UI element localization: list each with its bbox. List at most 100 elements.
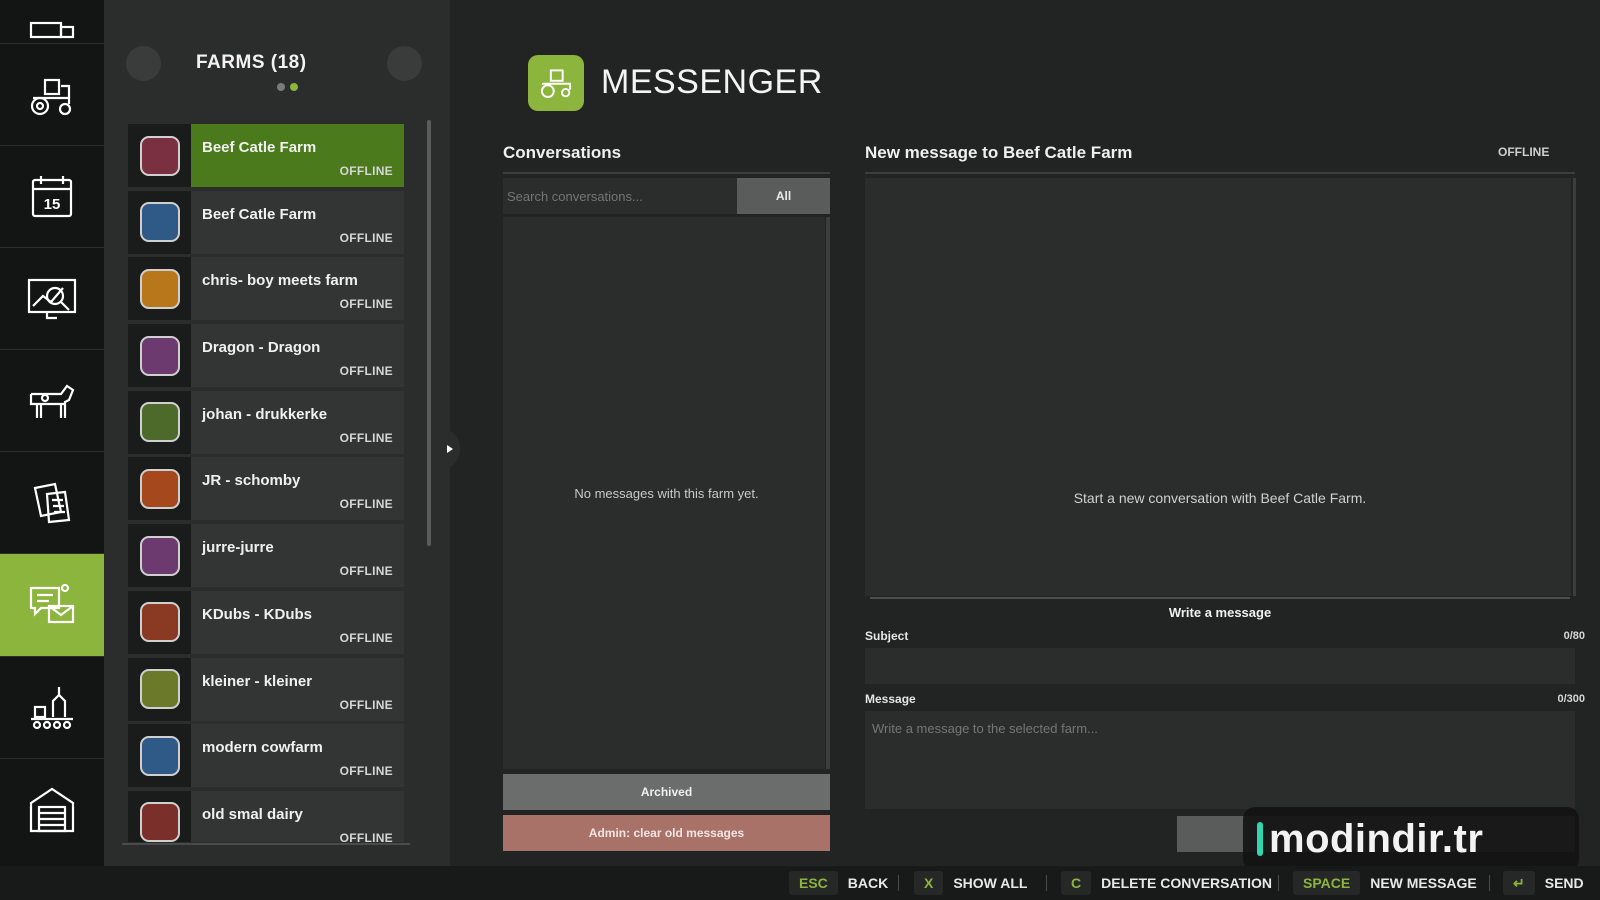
farm-avatar (128, 124, 191, 187)
search-input[interactable] (503, 178, 737, 214)
nav-item-messenger[interactable] (0, 553, 111, 656)
filter-all-button[interactable]: All (737, 178, 830, 214)
farm-avatar (128, 457, 191, 521)
nav-item-animals[interactable] (0, 349, 104, 452)
key-c: C (1061, 871, 1092, 895)
farm-badge-icon (139, 802, 180, 842)
page-dot-active[interactable] (290, 83, 298, 91)
farm-avatar (128, 257, 191, 321)
farm-status: OFFLINE (339, 164, 393, 178)
farm-name: johan - drukkerke (202, 405, 328, 423)
farm-name: old smal dairy (202, 805, 303, 823)
tractor-icon (30, 78, 72, 116)
tractor-icon (540, 69, 572, 99)
farm-status: OFFLINE (339, 830, 393, 842)
nav-item-statistics[interactable] (0, 247, 104, 350)
farm-row[interactable]: JR - schomby OFFLINE (128, 457, 404, 521)
key-esc: ESC (789, 871, 838, 895)
nav-item-garage[interactable] (0, 758, 104, 861)
hint-delete-conversation[interactable]: C DELETE CONVERSATION (1061, 866, 1272, 900)
farm-list-scrollbar[interactable] (427, 120, 431, 546)
farms-title: FARMS (18) (196, 52, 307, 73)
nav-item-production[interactable] (0, 656, 104, 759)
farm-row[interactable]: KDubs - KDubs OFFLINE (128, 590, 404, 654)
farm-row[interactable]: old smal dairy OFFLINE (128, 790, 404, 842)
production-icon (31, 687, 73, 730)
farm-info: kleiner - kleiner OFFLINE (191, 658, 404, 721)
farm-badge-icon (139, 468, 180, 509)
thread-scrollbar[interactable] (1573, 178, 1576, 596)
farm-name: Dragon - Dragon (202, 339, 321, 357)
key-space: SPACE (1293, 871, 1361, 895)
divider (1046, 875, 1047, 891)
prev-page-button[interactable] (126, 46, 161, 81)
farm-info: chris- boy meets farm OFFLINE (191, 257, 404, 320)
key-x: X (914, 871, 944, 895)
farm-name: Beef Catle Farm (202, 205, 317, 223)
hint-show-all[interactable]: X SHOW ALL (914, 866, 1027, 900)
subject-counter: 0/80 (1563, 630, 1585, 642)
message-thread (865, 178, 1571, 596)
farm-info: Dragon - Dragon OFFLINE (191, 324, 404, 387)
farm-status: OFFLINE (339, 297, 393, 312)
farm-row[interactable]: chris- boy meets farm OFFLINE (128, 257, 404, 321)
conversations-title: Conversations (503, 143, 622, 162)
subject-label: Subject (865, 629, 909, 643)
message-input[interactable] (865, 711, 1575, 809)
farm-row[interactable]: johan - drukkerke OFFLINE (128, 390, 404, 454)
archived-button[interactable]: Archived (503, 774, 830, 810)
farm-row[interactable]: Dragon - Dragon OFFLINE (128, 324, 404, 388)
farm-name: KDubs - KDubs (202, 605, 312, 623)
page-title: MESSENGER (601, 63, 823, 101)
message-label: Message (865, 692, 916, 706)
garage-icon (29, 787, 75, 833)
statistics-icon (27, 278, 77, 320)
admin-clear-messages-button[interactable]: Admin: clear old messages (503, 815, 830, 851)
next-page-button[interactable] (387, 46, 422, 81)
watermark-bar (1257, 822, 1263, 856)
hint-new-message[interactable]: SPACE NEW MESSAGE (1293, 866, 1477, 900)
footer-hints: ESC BACK X SHOW ALL C DELETE CONVERSATIO… (0, 866, 1600, 900)
collapse-panel-button[interactable] (440, 428, 460, 470)
divider (865, 172, 1575, 174)
farm-status: OFFLINE (339, 497, 393, 512)
farm-name: JR - schomby (202, 472, 301, 490)
farm-name: jurre-jurre (202, 539, 274, 557)
nav-item-tractor[interactable] (0, 43, 104, 146)
page-dot[interactable] (277, 83, 285, 91)
farm-row[interactable]: modern cowfarm OFFLINE (128, 724, 404, 788)
thread-empty-text: Start a new conversation with Beef Catle… (1073, 490, 1367, 506)
farm-badge-icon (139, 135, 180, 176)
nav-item-calendar[interactable]: 15 (0, 145, 104, 248)
hint-label: BACK (847, 875, 889, 891)
farm-info: Beef Catle Farm OFFLINE (191, 191, 404, 254)
farm-status: OFFLINE (339, 697, 393, 712)
farm-name: modern cowfarm (202, 739, 323, 757)
farm-status: OFFLINE (339, 430, 393, 445)
subject-input[interactable] (865, 648, 1575, 684)
nav-item-contracts[interactable] (0, 451, 104, 554)
farm-info: old smal dairy OFFLINE (191, 791, 404, 842)
farm-row[interactable]: jurre-jurre OFFLINE (128, 524, 404, 588)
farm-row[interactable]: Beef Catle Farm OFFLINE (128, 190, 404, 254)
svg-text:15: 15 (44, 196, 61, 213)
farm-badge-icon (139, 268, 180, 309)
farm-status: OFFLINE (339, 764, 393, 779)
farm-list-panel: FARMS (18) Beef Catle Farm OFFLINE Beef Ca… (104, 0, 450, 866)
farm-row[interactable]: Beef Catle Farm OFFLINE (128, 124, 404, 187)
calendar-icon: 15 (31, 176, 73, 218)
farm-avatar (128, 790, 191, 842)
farm-avatar (128, 724, 191, 788)
contracts-icon (33, 482, 71, 524)
farm-avatar (128, 324, 191, 388)
farm-row[interactable]: kleiner - kleiner OFFLINE (128, 657, 404, 721)
farm-avatar (128, 390, 191, 454)
farm-info: Beef Catle Farm OFFLINE (191, 124, 404, 187)
nav-item-vehicles[interactable] (0, 0, 104, 43)
hint-back[interactable]: ESC BACK (789, 866, 888, 900)
hint-label: SEND (1544, 875, 1584, 891)
farm-list-header: FARMS (18) (104, 0, 450, 110)
farm-badge-icon (139, 602, 180, 643)
hint-send[interactable]: ↵ SEND (1503, 866, 1584, 900)
farm-avatar (128, 590, 191, 654)
